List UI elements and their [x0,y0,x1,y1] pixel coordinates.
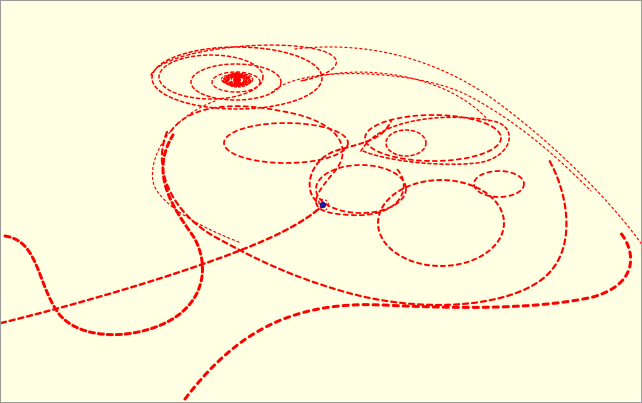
trail-inner-left-arc [151,100,242,244]
trail-ring-center [223,122,349,164]
trail-ring-tiny-upper [385,129,427,157]
core-cluster-center [233,76,241,84]
trail-ring-upper-right [364,114,502,162]
player-marker-dot[interactable] [319,201,327,209]
trail-top-right-arc [270,72,592,192]
trail-diagonal-left [1,203,325,325]
core-cluster-group [220,72,254,88]
trail-ring-large-right [377,179,505,267]
game-viewport[interactable] [0,0,642,403]
trail-ring-small-right [473,170,525,198]
trail-left-loop [3,133,204,337]
orbit-trail-scene[interactable] [1,1,641,402]
trail-middle-weave [170,105,405,216]
trail-paths-group [1,44,641,401]
trail-sweep-lower [160,130,568,307]
